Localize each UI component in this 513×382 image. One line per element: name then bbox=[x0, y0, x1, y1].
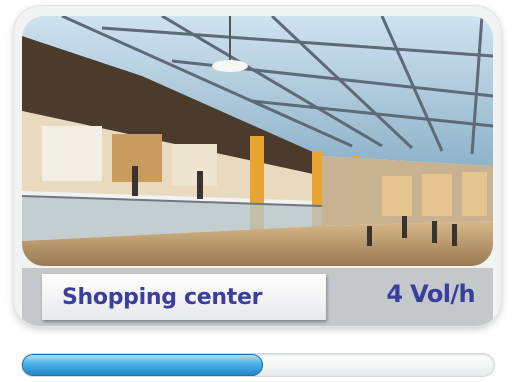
rate-value: 4 Vol/h bbox=[386, 280, 475, 308]
location-label-box[interactable]: Shopping center bbox=[42, 274, 326, 320]
location-label: Shopping center bbox=[62, 284, 263, 310]
progress-fill bbox=[22, 354, 263, 376]
label-bar: Shopping center 4 Vol/h bbox=[22, 268, 493, 326]
mall-interior-photo bbox=[22, 16, 493, 266]
progress-bar bbox=[22, 354, 494, 376]
location-card: Shopping center 4 Vol/h bbox=[14, 6, 501, 326]
